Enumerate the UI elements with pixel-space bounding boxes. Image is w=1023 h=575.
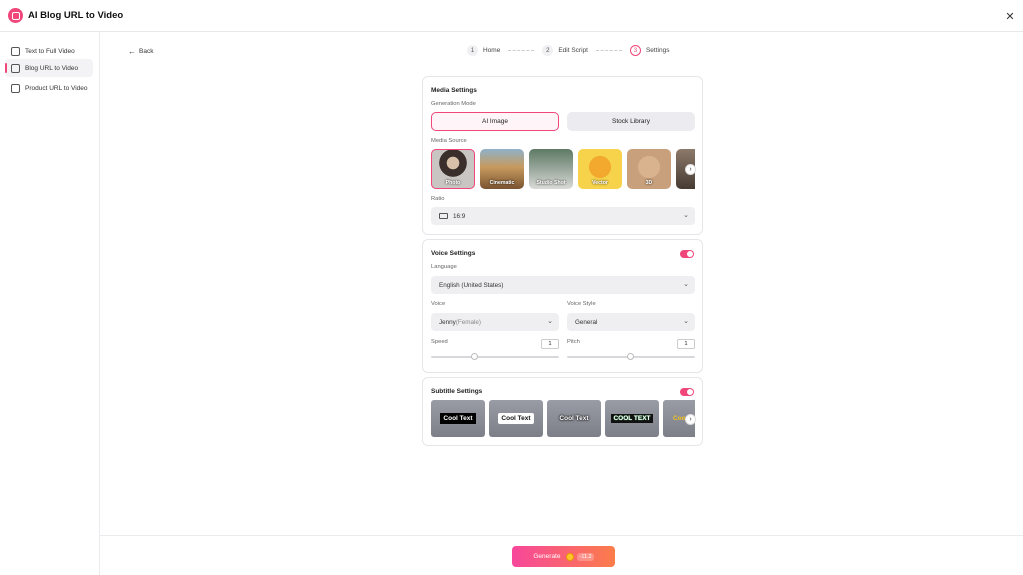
step-label: Edit Script [558,47,588,54]
subtitle-style-4[interactable]: COOL TEXT [605,400,659,437]
active-indicator [5,63,7,73]
chevron-down-icon: ⌄ [683,281,689,288]
sidebar-item-product-url-to-video[interactable]: Product URL to Video [5,79,93,97]
footer-bar: Generate -11.2 [100,535,1023,575]
ratio-label: Ratio [431,196,445,202]
chevron-right-icon[interactable]: › [685,164,696,175]
stock-library-button[interactable]: Stock Library [567,112,695,131]
media-source-studio-shot[interactable]: Studio Shot [529,149,573,189]
sidebar-item-text-to-full-video[interactable]: Text to Full Video [5,42,93,60]
pitch-label: Pitch [567,339,580,345]
step-divider [508,50,535,51]
back-button[interactable]: ← Back [128,47,153,56]
voice-settings-panel: Voice Settings Language English (United … [422,239,703,373]
media-source-3d[interactable]: 3D [627,149,671,189]
subtitle-style-2[interactable]: Cool Text [489,400,543,437]
generation-mode-label: Generation Mode [431,101,476,107]
chevron-down-icon: ⌄ [683,318,689,325]
coin-icon [566,552,575,561]
sidebar-item-blog-url-to-video[interactable]: Blog URL to Video [5,59,93,77]
chevron-down-icon: ⌄ [683,212,689,219]
stepper: 1 Home 2 Edit Script 3 Settings [467,45,669,56]
media-source-photo[interactable]: Photo [431,149,475,189]
subtitle-toggle[interactable] [680,388,694,396]
sidebar-item-label: Text to Full Video [25,47,75,55]
document-icon [11,46,20,56]
media-source-label: Photo [445,180,461,186]
speed-slider[interactable] [431,352,559,362]
subtitle-style-text: Cool Text [440,413,476,424]
link-document-icon [11,63,20,73]
voice-select[interactable]: Jenny (Female) ⌄ [431,313,559,331]
voice-gender: (Female) [455,318,482,326]
subtitle-style-1[interactable]: Cool Text [431,400,485,437]
step-number: 1 [467,45,478,56]
language-label: Language [431,264,457,270]
product-icon [11,83,20,93]
media-source-label: Media Source [431,138,467,144]
voice-toggle[interactable] [680,250,694,258]
pitch-input[interactable]: 1 [677,339,695,349]
step-label: Home [483,47,501,54]
subtitle-style-text: Coo [673,415,686,422]
ai-image-button[interactable]: AI Image [431,112,559,131]
voice-label: Voice [431,301,446,307]
app-title: AI Blog URL to Video [28,10,124,21]
subtitle-settings-title: Subtitle Settings [431,388,483,395]
back-label: Back [139,48,154,55]
generate-label: Generate [533,553,561,560]
media-source-vector[interactable]: Vector [578,149,622,189]
pitch-slider[interactable] [567,352,695,362]
voice-settings-title: Voice Settings [431,250,476,257]
speed-slider-handle[interactable] [471,353,478,360]
close-icon[interactable]: ✕ [1003,9,1017,23]
voice-style-value: General [575,318,598,326]
media-settings-title: Media Settings [431,87,477,94]
step-edit-script[interactable]: 2 Edit Script [542,45,588,56]
voice-name: Jenny [439,318,456,326]
voice-style-select[interactable]: General ⌄ [567,313,695,331]
media-source-label: Cinematic [489,180,515,186]
media-settings-panel: Media Settings Generation Mode AI Image … [422,76,703,235]
subtitle-style-text: Cool Text [498,413,534,424]
sidebar-item-label: Product URL to Video [25,84,88,92]
generate-button[interactable]: Generate -11.2 [512,546,615,567]
chevron-down-icon: ⌄ [547,318,553,325]
subtitle-settings-panel: Subtitle Settings Cool Text Cool Text Co… [422,377,703,446]
media-source-label: Vector [592,180,608,186]
step-home[interactable]: 1 Home [467,45,500,56]
subtitle-style-3[interactable]: Cool Text [547,400,601,437]
app-header: AI Blog URL to Video ✕ [0,0,1023,32]
chevron-right-icon[interactable]: › [685,414,696,425]
media-source-cinematic[interactable]: Cinematic [480,149,524,189]
subtitle-style-list: Cool Text Cool Text Cool Text COOL TEXT … [431,400,695,437]
aspect-ratio-icon [439,213,448,219]
language-select[interactable]: English (United States) ⌄ [431,276,695,294]
speed-input[interactable]: 1 [541,339,559,349]
media-source-list: Photo Cinematic Studio Shot Vector 3D [431,149,695,189]
pitch-slider-handle[interactable] [627,353,634,360]
step-number: 3 [629,45,641,56]
step-settings[interactable]: 3 Settings [629,45,670,56]
ratio-value: 16:9 [453,212,466,220]
media-source-label: 3D [645,180,653,186]
subtitle-style-text: COOL TEXT [611,414,653,423]
speed-label: Speed [431,339,448,345]
ratio-select[interactable]: 16:9 ⌄ [431,207,695,225]
generate-cost: -11.2 [577,552,594,561]
language-value: English (United States) [439,281,504,289]
arrow-left-icon: ← [128,47,136,56]
app-logo-icon [8,8,23,23]
step-divider [595,50,622,51]
sidebar: Text to Full Video Blog URL to Video Pro… [0,32,100,575]
step-number: 2 [542,45,554,56]
sidebar-item-label: Blog URL to Video [25,64,79,72]
step-label: Settings [645,47,670,54]
subtitle-style-text: Cool Text [559,415,589,422]
media-source-label: Studio Shot [536,180,566,186]
voice-style-label: Voice Style [567,301,596,307]
